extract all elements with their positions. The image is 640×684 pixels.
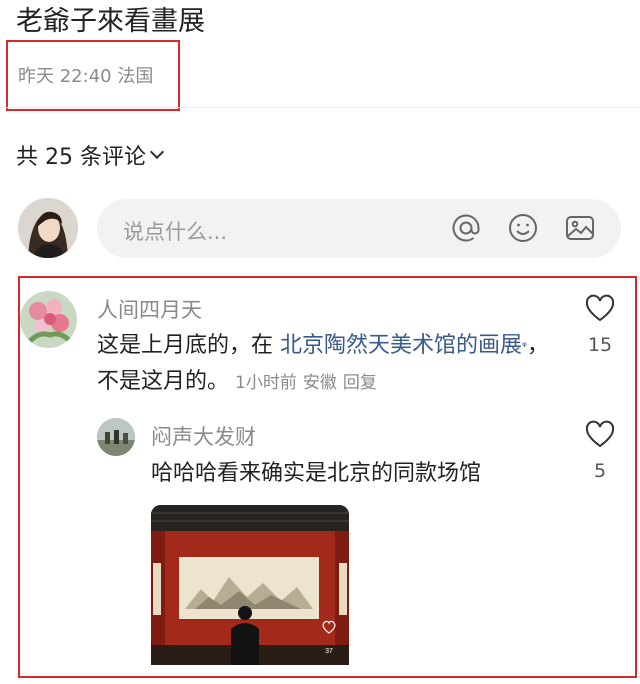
chevron-down-icon (149, 144, 165, 160)
comment-time: 1小时前 (235, 373, 297, 393)
post-meta: 昨天 22:40 法国 (18, 66, 154, 87)
like-count: 15 (587, 334, 613, 356)
avatar[interactable] (18, 198, 78, 258)
image-icon[interactable] (564, 212, 596, 244)
comment-count-label: 共 25 条评论 (16, 145, 146, 170)
comment-location: 安徽 (302, 373, 337, 393)
reply-button[interactable]: 回复 (343, 373, 377, 393)
reply-name[interactable]: 闷声大发财 (151, 421, 256, 451)
comment-link[interactable]: 北京陶然天美术馆的画展 (280, 333, 522, 358)
comment-text-before: 这是上月底的，在 (97, 333, 280, 358)
reply-photo[interactable]: 37 (151, 505, 349, 665)
comment-count-toggle[interactable]: 共 25 条评论 (16, 139, 165, 171)
commenter-name[interactable]: 人间四月天 (97, 294, 202, 324)
like-count: 5 (593, 460, 607, 482)
commenter-avatar[interactable] (20, 291, 77, 348)
emoji-icon[interactable] (507, 212, 539, 244)
heart-icon[interactable] (585, 294, 615, 324)
comment-input[interactable]: 说点什么... (97, 199, 621, 258)
post-title: 老爺子來看畫展 (16, 6, 205, 37)
reply-avatar[interactable] (97, 418, 135, 456)
comment-text: 这是上月底的，在 北京陶然天美术馆的画展ᵠ，不是这月的。 1小时前 安徽 回复 (97, 328, 557, 401)
photo-like-count: 37 (325, 648, 333, 655)
heart-icon[interactable] (585, 420, 615, 450)
reply-text: 哈哈哈看来确实是北京的同款场馆 (151, 461, 482, 486)
at-icon[interactable] (450, 212, 482, 244)
comment-input-placeholder: 说点什么... (123, 220, 228, 244)
divider (0, 107, 640, 108)
